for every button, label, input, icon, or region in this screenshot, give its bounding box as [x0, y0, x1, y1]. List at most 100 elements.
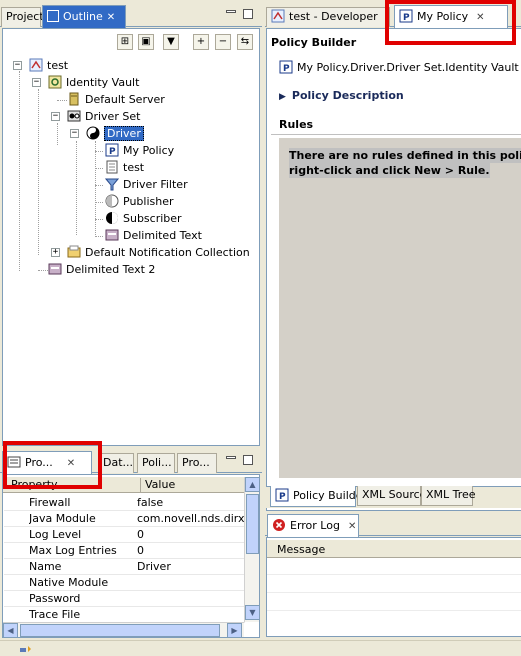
tree-item-default-notification-collection[interactable]: + Default Notification Collection: [51, 244, 250, 261]
tab-policies[interactable]: Poli...: [137, 453, 175, 473]
policy-icon: P: [279, 60, 293, 74]
tree-item-delimited-text[interactable]: Delimited Text: [105, 227, 202, 244]
error-log-row: [267, 574, 521, 575]
property-key: Max Log Entries: [29, 544, 117, 557]
property-key: Trace File: [29, 608, 81, 621]
rules-area[interactable]: There are no rules defined in this polic…: [279, 138, 521, 478]
property-row[interactable]: Log Level 0: [4, 527, 245, 543]
tab-error-log-label: Error Log: [290, 519, 340, 532]
tree-item-label: Delimited Text: [123, 229, 202, 242]
property-row[interactable]: Name Driver: [4, 559, 245, 575]
tree-item-delimited-text-2[interactable]: Delimited Text 2: [48, 261, 155, 278]
filter-icon[interactable]: ▼: [163, 34, 179, 50]
app-icon: [48, 262, 62, 276]
tree-line: [38, 89, 39, 255]
maximize-icon[interactable]: [243, 455, 253, 465]
svg-text:P: P: [279, 492, 286, 502]
close-icon[interactable]: ✕: [348, 521, 356, 532]
tree-line: [57, 123, 58, 145]
minimize-icon[interactable]: [226, 10, 236, 13]
column-value[interactable]: Value: [140, 478, 175, 492]
collapse-toggle[interactable]: −: [13, 61, 22, 70]
tree-item-my-policy[interactable]: P My Policy: [105, 142, 174, 159]
tab-problems[interactable]: Pro...: [177, 453, 217, 473]
expand-all-icon[interactable]: +: [193, 34, 209, 50]
property-row[interactable]: Trace File: [4, 607, 245, 623]
fast-view-icon[interactable]: [20, 643, 32, 652]
collapse-toggle[interactable]: −: [51, 112, 60, 121]
minimize-icon[interactable]: [226, 456, 236, 459]
scroll-left-icon[interactable]: ◀: [3, 623, 18, 637]
scroll-thumb[interactable]: [246, 494, 259, 554]
tab-xml-source[interactable]: XML Source: [357, 486, 426, 506]
tree-item-identity-vault[interactable]: − Identity Vault: [32, 74, 139, 91]
tree-item-driver-set[interactable]: − Driver Set: [51, 108, 140, 125]
tree-line: [95, 219, 103, 220]
project-icon: [271, 9, 285, 23]
driver-set-icon: [67, 109, 81, 123]
tab-policy-builder[interactable]: P Policy Builder: [270, 486, 367, 507]
collapse-all-icon[interactable]: −: [215, 34, 231, 50]
subscriber-icon: [105, 211, 119, 225]
tree-item-label: Driver: [104, 126, 144, 141]
vertical-scrollbar[interactable]: ▲ ▼: [244, 477, 259, 622]
scroll-right-icon[interactable]: ▶: [227, 623, 242, 637]
cube-icon[interactable]: ▣: [138, 34, 154, 50]
close-icon[interactable]: ✕: [107, 12, 115, 23]
tab-xml-tree[interactable]: XML Tree: [421, 486, 476, 506]
horizontal-scrollbar[interactable]: ◀ ▶: [3, 622, 244, 637]
svg-text:P: P: [109, 147, 116, 157]
error-log-pane: Message: [266, 537, 521, 637]
tab-error-log[interactable]: Error Log ✕: [267, 514, 359, 537]
server-icon: [67, 92, 81, 106]
property-value: Driver: [137, 560, 171, 573]
scroll-up-icon[interactable]: ▲: [245, 477, 259, 492]
tree-item-default-server[interactable]: Default Server: [67, 91, 165, 108]
tree-item-label: Driver Filter: [123, 178, 188, 191]
collapse-toggle[interactable]: −: [32, 78, 41, 87]
property-value: 0: [137, 528, 144, 541]
property-row[interactable]: Max Log Entries 0: [4, 543, 245, 559]
rules-divider: [271, 134, 521, 135]
tree-item-test-document[interactable]: test: [105, 159, 144, 176]
scroll-thumb[interactable]: [20, 624, 220, 637]
tree-item-subscriber[interactable]: Subscriber: [105, 210, 182, 227]
property-row[interactable]: Password: [4, 591, 245, 607]
filter-icon: [104, 177, 120, 191]
collapse-toggle[interactable]: −: [70, 129, 79, 138]
policy-path-text: My Policy.Driver.Driver Set.Identity Vau…: [297, 61, 519, 74]
tab-project[interactable]: Project: [1, 7, 44, 27]
property-key: Password: [29, 592, 81, 605]
tab-data-label: Dat...: [103, 456, 134, 469]
project-icon: [29, 58, 43, 72]
property-row[interactable]: Java Module com.novell.nds.dirxml.: [4, 511, 245, 527]
expand-toggle[interactable]: +: [51, 248, 60, 257]
column-message[interactable]: Message: [277, 543, 325, 556]
tree-item-label: Default Server: [85, 93, 165, 106]
tree-item-driver[interactable]: − Driver: [70, 125, 144, 142]
no-rules-line-2: right-click and click New > Rule.: [289, 163, 490, 178]
property-row[interactable]: Native Module: [4, 575, 245, 591]
property-row[interactable]: Firewall false: [4, 495, 245, 511]
policy-description-section[interactable]: ▶ Policy Description: [279, 89, 404, 102]
tree-line: [95, 236, 103, 237]
error-log-header: Message: [267, 540, 521, 558]
tree-item-label: Identity Vault: [66, 76, 140, 89]
tab-test-developer[interactable]: test - Developer: [266, 7, 390, 27]
tree-item-publisher[interactable]: Publisher: [105, 193, 174, 210]
maximize-icon[interactable]: [243, 9, 253, 19]
tree-view-icon[interactable]: ⊞: [117, 34, 133, 50]
tree-item-driver-filter[interactable]: Driver Filter: [104, 176, 188, 193]
tab-policy-builder-label: Policy Builder: [293, 489, 368, 502]
tab-xml-source-label: XML Source: [362, 488, 427, 501]
property-key: Native Module: [29, 576, 109, 589]
tree-line: [38, 270, 48, 271]
tab-test-developer-label: test - Developer: [289, 10, 378, 23]
tree-item-test-project[interactable]: − test: [13, 57, 68, 74]
tab-outline[interactable]: Outline ✕: [42, 5, 126, 28]
tab-problems-label: Pro...: [182, 456, 210, 469]
sync-icon[interactable]: ⇆: [237, 34, 253, 50]
scroll-down-icon[interactable]: ▼: [245, 605, 259, 620]
tree-item-label: test: [123, 161, 145, 174]
tab-data[interactable]: Dat...: [98, 453, 134, 473]
